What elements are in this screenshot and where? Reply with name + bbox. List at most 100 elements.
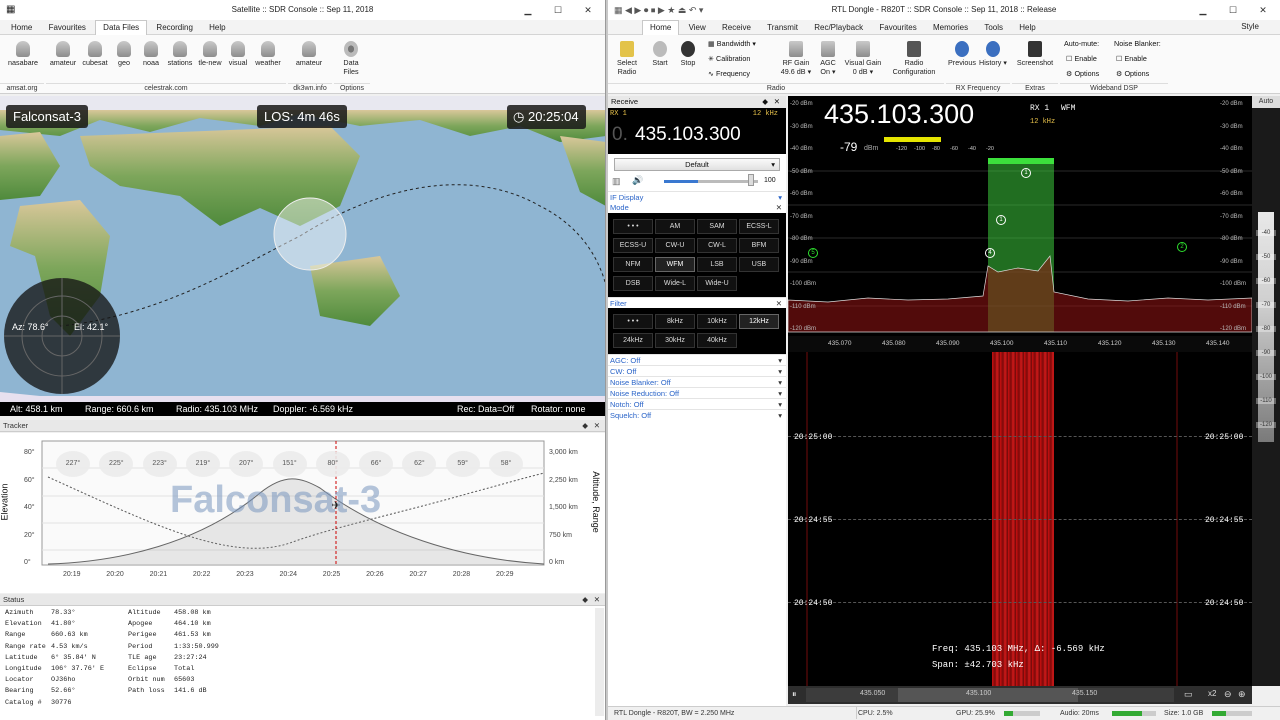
mode-button-lsb[interactable]: LSB (697, 257, 737, 272)
mode-button-sam[interactable]: SAM (697, 219, 737, 234)
mode-button-cw-l[interactable]: CW-L (697, 238, 737, 253)
tab-recording[interactable]: Recording (149, 21, 199, 35)
mode-button-nfm[interactable]: NFM (613, 257, 653, 272)
automute-enable-checkbox[interactable]: ☐ Enable (1066, 54, 1097, 63)
visual-gain-control[interactable]: Visual Gain 0 dB ▾ (842, 41, 884, 76)
frequency-value[interactable]: 435.103.300 (635, 124, 741, 146)
receive-setting[interactable]: CW: Off ▾ (608, 365, 786, 376)
amateur-button[interactable]: amateur (48, 41, 78, 67)
pin-icon[interactable]: ◆ (582, 420, 588, 432)
waterfall-display[interactable]: 20:25:00 20:25:00 20:24:55 20:24:55 20:24:50… (788, 352, 1252, 686)
filter-button-30khz[interactable]: 30kHz (655, 333, 695, 348)
tab-view[interactable]: View (682, 21, 713, 35)
rf-gain-control[interactable]: RF Gain 49.6 dB ▾ (778, 41, 814, 76)
mode-button-wfm[interactable]: WFM (655, 257, 695, 272)
spectrum-display[interactable]: 435.103.300 RX 1 WFM 12 kHz -79 dBm -120… (788, 96, 1252, 336)
filter-button-8khz[interactable]: 8kHz (655, 314, 695, 329)
filter-button-12khz[interactable]: 12kHz (739, 314, 779, 329)
stop-button[interactable]: Stop (676, 41, 700, 67)
screenshot-button[interactable]: Screenshot (1014, 41, 1056, 67)
tab-help[interactable]: Help (202, 21, 232, 35)
mode-button-wide-u[interactable]: Wide-U (697, 276, 737, 291)
mode-button-cw-u[interactable]: CW-U (655, 238, 695, 253)
dk3wn-amateur-button[interactable]: amateur (292, 41, 326, 67)
marker-badge[interactable]: 5 (808, 248, 818, 258)
tab-rec-playback[interactable]: Rec/Playback (807, 21, 870, 35)
volume-slider[interactable] (664, 180, 758, 183)
noise-blanker-options-button[interactable]: ⚙ Options (1116, 69, 1149, 78)
nasabare-button[interactable]: nasabare (6, 41, 40, 67)
mode-button-ecss-u[interactable]: ECSS-U (613, 238, 653, 253)
weather-button[interactable]: weather (252, 41, 284, 67)
filter-button-24khz[interactable]: 24kHz (613, 333, 653, 348)
receive-setting[interactable]: Noise Reduction: Off ▾ (608, 387, 786, 398)
mode-button--[interactable]: • • • (613, 219, 653, 234)
frequency-button[interactable]: ∿ Frequency (708, 69, 750, 78)
maximize-icon[interactable]: ☐ (1218, 0, 1248, 20)
marker-badge[interactable]: 1 (996, 215, 1006, 225)
mode-button-wide-l[interactable]: Wide-L (655, 276, 695, 291)
tab-home[interactable]: Home (642, 20, 680, 35)
close-icon[interactable]: ✕ (1248, 0, 1278, 20)
spectrum-frequency[interactable]: 435.103.300 (824, 99, 974, 130)
select-radio-button[interactable]: Select Radio (612, 41, 642, 76)
tab-receive[interactable]: Receive (715, 21, 758, 35)
if-display-section[interactable]: IF Display ▾ (608, 191, 786, 202)
tab-favourites[interactable]: Favourites (872, 21, 923, 35)
automute-options-button[interactable]: ⚙ Options (1066, 69, 1099, 78)
mode-button-ecss-l[interactable]: ECSS-L (739, 219, 779, 234)
preset-dropdown[interactable]: Default ▾ (614, 158, 780, 171)
previous-button[interactable]: Previous (946, 41, 978, 67)
zoom-out-icon[interactable]: ⊖ (1224, 689, 1232, 700)
calibration-button[interactable]: ✳ Calibration (708, 54, 750, 63)
panel-close-icon[interactable]: ✕ (594, 594, 600, 606)
radio-configuration-button[interactable]: Radio Configuration (888, 41, 940, 76)
mode-button-bfm[interactable]: BFM (739, 238, 779, 253)
filter-section[interactable]: Filter ✕ (608, 297, 786, 308)
tab-help[interactable]: Help (1012, 21, 1042, 35)
noise-blanker-enable-checkbox[interactable]: ☐ Enable (1116, 54, 1147, 63)
scroll-track[interactable]: 435.050 435.100 435.150 (806, 688, 1174, 702)
mode-button-dsb[interactable]: DSB (613, 276, 653, 291)
auto-button[interactable]: Auto (1252, 96, 1280, 108)
world-map[interactable]: Falconsat-3 LOS: 4m 46s ◷ 20:25:04 Az: 7… (0, 96, 605, 416)
data-files-options-button[interactable]: Data Files (336, 41, 366, 76)
speaker-icon[interactable]: 🔊 (632, 175, 643, 186)
close-icon[interactable]: ✕ (573, 0, 603, 20)
equalizer-icon[interactable]: ▥ (612, 176, 621, 187)
tab-tools[interactable]: Tools (977, 21, 1010, 35)
display-icon[interactable]: ▭ (1184, 689, 1193, 700)
marker-badge[interactable]: 2 (1177, 242, 1187, 252)
panel-close-icon[interactable]: ✕ (594, 420, 600, 432)
tab-memories[interactable]: Memories (926, 21, 975, 35)
start-button[interactable]: Start (648, 41, 672, 67)
receive-setting[interactable]: Noise Blanker: Off ▾ (608, 376, 786, 387)
tle-new-button[interactable]: tle-new (196, 41, 224, 67)
mode-button-am[interactable]: AM (655, 219, 695, 234)
waterfall-scroll-bar[interactable]: ⏸ 435.050 435.100 435.150 ▭ x2 ⊖ ⊕ (788, 686, 1252, 704)
style-menu[interactable]: Style (1234, 20, 1266, 34)
filter-button--[interactable]: • • • (613, 314, 653, 329)
mode-section[interactable]: Mode ✕ (608, 202, 786, 213)
status-scrollbar[interactable] (595, 608, 604, 716)
stations-button[interactable]: stations (165, 41, 195, 67)
panel-close-icon[interactable]: ✕ (774, 96, 780, 108)
receive-setting[interactable]: Notch: Off ▾ (608, 398, 786, 409)
bandwidth-button[interactable]: ▦ Bandwidth ▾ (708, 39, 756, 48)
pin-icon[interactable]: ◆ (582, 594, 588, 606)
visual-button[interactable]: visual (226, 41, 250, 67)
tab-home[interactable]: Home (4, 21, 39, 35)
zoom-in-icon[interactable]: ⊕ (1238, 689, 1246, 700)
agc-control[interactable]: AGC On ▾ (816, 41, 840, 76)
tracker-chart[interactable]: ✈ Falconsat-3 Elevation Altitude, Range … (0, 433, 605, 593)
noaa-button[interactable]: noaa (139, 41, 163, 67)
receive-setting[interactable]: AGC: Off ▾ (608, 354, 786, 365)
pause-icon[interactable]: ⏸ (792, 689, 797, 700)
marker-badge[interactable]: 1 (1021, 168, 1031, 178)
history-button[interactable]: History ▾ (978, 41, 1008, 67)
minimize-icon[interactable]: ▁ (513, 0, 543, 20)
mode-button-usb[interactable]: USB (739, 257, 779, 272)
tab-transmit[interactable]: Transmit (760, 21, 805, 35)
geo-button[interactable]: geo (113, 41, 135, 67)
maximize-icon[interactable]: ☐ (543, 0, 573, 20)
